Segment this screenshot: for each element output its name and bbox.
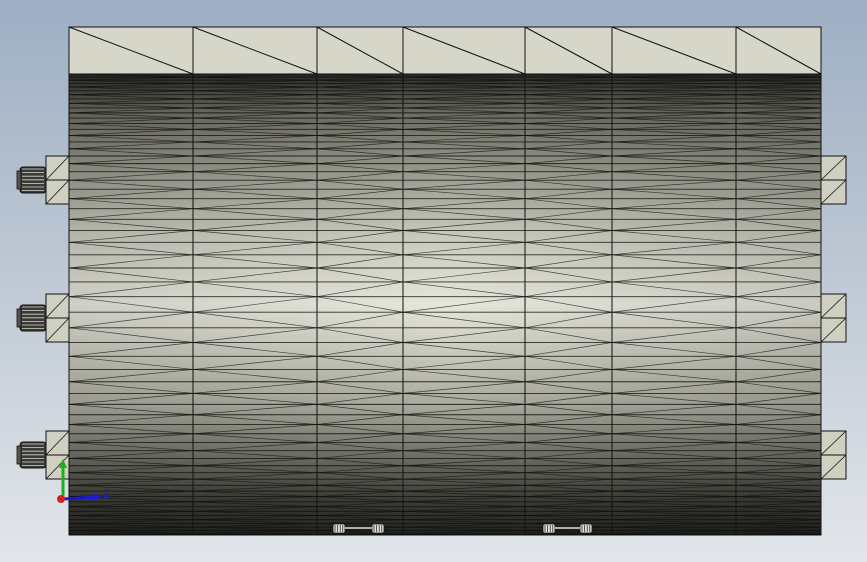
triad-z-label: Z <box>103 487 111 500</box>
x-axis <box>62 495 97 501</box>
cad-viewport[interactable]: Z <box>0 0 867 562</box>
nut-tip <box>16 445 22 465</box>
model-graphics[interactable]: Z <box>0 0 867 562</box>
triad-origin <box>57 495 65 503</box>
nut-tip <box>16 308 22 328</box>
top-face-strip <box>68 26 822 75</box>
nut-tip <box>16 170 22 190</box>
